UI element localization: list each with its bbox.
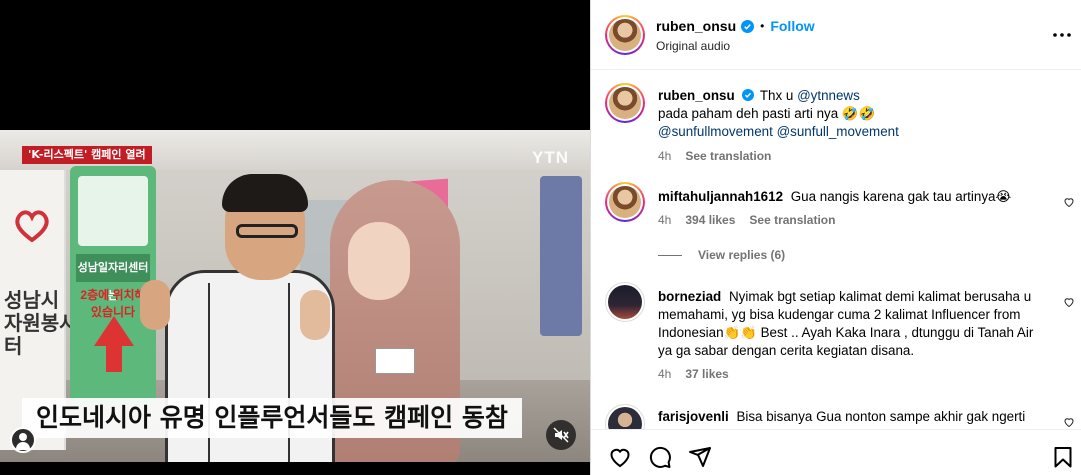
commenter-avatar[interactable] — [605, 282, 645, 322]
see-translation-link[interactable]: See translation — [685, 149, 771, 163]
blue-banner — [540, 176, 582, 336]
comment-likes[interactable]: 37 likes — [685, 367, 728, 381]
see-translation-link[interactable]: See translation — [749, 213, 835, 227]
comment-text: farisjovenli Bisa bisanya Gua nonton sam… — [658, 408, 1038, 426]
up-arrow-icon — [94, 316, 134, 346]
author-avatar[interactable] — [605, 15, 645, 55]
commenter-avatar[interactable] — [605, 404, 645, 429]
comment-time[interactable]: 4h — [658, 213, 671, 227]
action-bar — [591, 429, 1081, 475]
job-center-sign-panel — [78, 176, 148, 246]
reel-video[interactable]: 성남시 자원봉사 터 성남일자리센터는 2층에 위치해 있습니다 'K-리스펙트… — [0, 130, 590, 462]
caption-text: ruben_onsu Thx u @ytnnews pada paham deh… — [658, 87, 1038, 141]
comment-text: borneziad Nyimak bgt setiap kalimat demi… — [658, 288, 1038, 360]
comment-time[interactable]: 4h — [658, 367, 671, 381]
original-audio-link[interactable]: Original audio — [656, 39, 730, 53]
caption-line2: pada paham deh pasti arti nya 🤣🤣 — [658, 106, 876, 121]
caption-author-avatar[interactable] — [605, 83, 645, 123]
man-hair — [222, 174, 308, 212]
broadcaster-logo: YTN — [532, 148, 569, 167]
speaker-muted-icon — [553, 427, 569, 443]
caption-meta: 4h See translation — [658, 149, 771, 163]
woman-face — [348, 222, 410, 300]
caption-username[interactable]: ruben_onsu — [658, 88, 735, 103]
verified-badge-icon — [741, 19, 755, 33]
avatar-inner — [607, 17, 643, 53]
more-horizontal-icon[interactable] — [1050, 26, 1074, 44]
name-badge — [375, 348, 415, 374]
comment-username[interactable]: miftahuljannah1612 — [658, 189, 783, 204]
mute-button[interactable] — [546, 420, 576, 450]
heart-icon[interactable] — [1063, 296, 1075, 308]
mention-link[interactable]: @sunfullmovement — [658, 124, 773, 139]
follow-button[interactable]: Follow — [770, 18, 814, 34]
comment-likes[interactable]: 394 likes — [685, 213, 735, 227]
up-arrow-stem — [106, 344, 122, 372]
verified-badge-icon — [742, 89, 755, 101]
volunteer-sign-text: 성남시 자원봉사 터 — [4, 290, 78, 358]
job-center-sign-band: 성남일자리센터는 — [76, 254, 150, 302]
separator-dot: • — [760, 19, 765, 33]
view-replies-label: View replies (6) — [698, 248, 786, 262]
comment-text: miftahuljannah1612 Gua nangis karena gak… — [658, 188, 1038, 206]
replies-divider — [658, 254, 682, 256]
heart-logo-icon — [15, 210, 49, 242]
heart-icon[interactable] — [608, 445, 632, 469]
news-caption: 인도네시아 유명 인플루언서들도 캠페인 동참 — [22, 398, 522, 438]
author-username[interactable]: ruben_onsu — [656, 18, 736, 34]
comment-meta: 4h 37 likes — [658, 367, 729, 381]
avatar-image — [609, 186, 641, 218]
avatar-inner — [607, 184, 643, 220]
comment-body: Bisa bisanya Gua nonton sampe akhir gak … — [736, 409, 1026, 424]
share-icon[interactable] — [688, 445, 712, 469]
caption-text-prefix: Thx u — [759, 88, 798, 103]
avatar-image — [609, 19, 641, 51]
avatar-inner — [607, 85, 643, 121]
avatar-image — [608, 285, 642, 319]
caption-time[interactable]: 4h — [658, 149, 671, 163]
heart-icon[interactable] — [1063, 196, 1075, 208]
post-header: ruben_onsu • Follow Original audio — [591, 0, 1081, 70]
news-topic-badge: 'K-리스펙트' 캠페인 열려 — [22, 146, 152, 164]
tagged-user-icon[interactable] — [10, 427, 36, 453]
job-center-sign-floor: 2층에 위치해 있습니다 — [80, 288, 146, 319]
heart-icon[interactable] — [1063, 416, 1075, 428]
bookmark-icon[interactable] — [1051, 445, 1075, 469]
author-line: ruben_onsu • Follow — [656, 18, 815, 34]
man-glasses — [236, 224, 298, 238]
commenter-avatar[interactable] — [605, 182, 645, 222]
avatar-image — [608, 407, 642, 429]
comments-list: ruben_onsu Thx u @ytnnews pada paham deh… — [591, 71, 1081, 429]
comment-body: Gua nangis karena gak tau artinya😭 — [790, 189, 1012, 204]
comment-username[interactable]: borneziad — [658, 289, 721, 304]
comment-meta: 4h 394 likes See translation — [658, 213, 835, 227]
mention-link[interactable]: @sunfull_movement — [777, 124, 899, 139]
media-pane: 성남시 자원봉사 터 성남일자리센터는 2층에 위치해 있습니다 'K-리스펙트… — [0, 0, 590, 475]
view-replies-button[interactable]: View replies (6) — [658, 248, 785, 262]
comment-icon[interactable] — [648, 445, 672, 469]
mention-link[interactable]: @ytnnews — [797, 88, 860, 103]
peace-sign-hand — [140, 280, 170, 330]
comment-username[interactable]: farisjovenli — [658, 409, 729, 424]
peace-sign-hand — [300, 290, 330, 340]
post-sidebar: ruben_onsu • Follow Original audio ruben… — [590, 0, 1081, 475]
avatar-image — [609, 87, 641, 119]
instagram-post-modal: 성남시 자원봉사 터 성남일자리센터는 2층에 위치해 있습니다 'K-리스펙트… — [0, 0, 1081, 475]
